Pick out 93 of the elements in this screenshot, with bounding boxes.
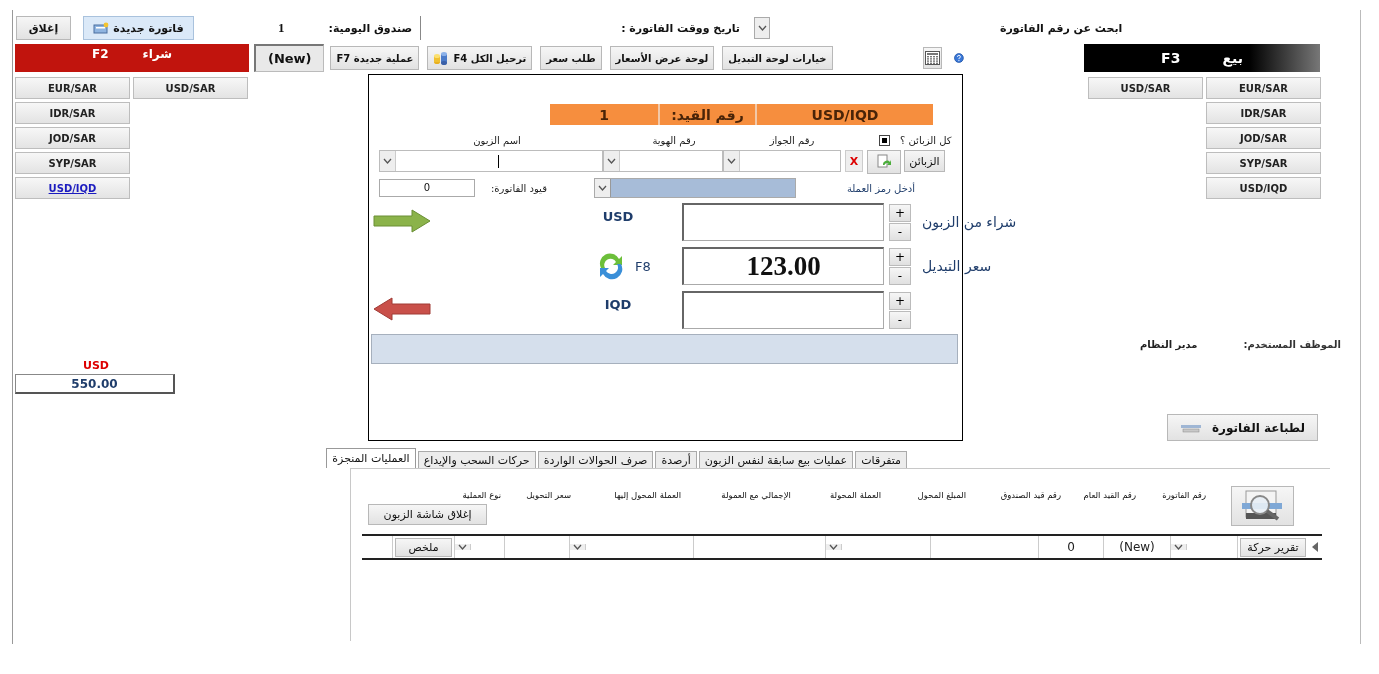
- currency-pair-button[interactable]: IDR/SAR: [15, 102, 130, 124]
- arrow-right-icon: [372, 207, 432, 234]
- refresh-icon: [876, 154, 892, 170]
- customer-name-field[interactable]: [379, 150, 603, 172]
- print-invoice-button[interactable]: لطباعة الفاتورة: [1167, 414, 1318, 441]
- entry-label: رقم القيد:: [660, 104, 757, 125]
- amount-field[interactable]: [682, 203, 884, 241]
- column-header: العملة المحولة: [830, 490, 881, 500]
- field-label: اسم الزبون: [473, 134, 521, 146]
- field-label: رقم الهوية: [652, 134, 696, 146]
- new-invoice-button[interactable]: فاتورة جديدة: [83, 16, 194, 40]
- close-customer-button[interactable]: إغلاق شاشة الزبون: [368, 504, 487, 525]
- passport-field[interactable]: [723, 150, 841, 172]
- increment-button[interactable]: +: [889, 203, 911, 222]
- column-header: العملة المحول إليها: [614, 490, 681, 500]
- close-button[interactable]: إغلاق: [16, 16, 71, 40]
- amount-field[interactable]: [682, 291, 884, 329]
- row-button[interactable]: ملخص: [395, 537, 452, 557]
- column-header: سعر التحويل: [526, 490, 571, 500]
- currency-pair-label: USD/IQD: [757, 104, 933, 125]
- amount-field[interactable]: 123.00: [682, 247, 884, 285]
- currency-pair-button[interactable]: SYP/SAR: [1206, 152, 1321, 174]
- currency-pair-button[interactable]: USD/IQD: [1206, 177, 1321, 199]
- increment-button[interactable]: +: [889, 247, 911, 266]
- table-cell: 0: [1067, 540, 1075, 554]
- currency-pair-button[interactable]: EUR/SAR: [15, 77, 130, 99]
- shortcut-label: F3: [1161, 50, 1181, 66]
- action-button[interactable]: لوحة عرض الأسعار: [609, 46, 715, 70]
- tab[interactable]: صرف الحوالات الواردة: [537, 451, 654, 468]
- currency-label: IQD: [603, 297, 633, 312]
- daily-box-value: 1: [278, 20, 285, 36]
- search-invoice-label: ابحث عن رقم الفاتورة: [1000, 21, 1123, 35]
- decrement-button[interactable]: -: [889, 310, 911, 329]
- daily-box-label: صندوق اليومية:: [328, 21, 413, 35]
- column-header: الإجمالي مع العمولة: [721, 490, 791, 500]
- currency-pair-button[interactable]: EUR/SAR: [1206, 77, 1321, 99]
- decrement-button[interactable]: -: [889, 266, 911, 285]
- tab[interactable]: أرصدة: [655, 451, 697, 468]
- clear-button[interactable]: X: [845, 150, 863, 172]
- table-cell: (New): [1119, 540, 1155, 554]
- column-header: رقم الفاتورة: [1162, 490, 1206, 500]
- field-label: رقم الجواز: [769, 134, 815, 146]
- currency-pair-button[interactable]: JOD/SAR: [15, 127, 130, 149]
- shortcut-label: F2: [91, 47, 109, 61]
- currency-pair-button[interactable]: USD/SAR: [133, 77, 248, 99]
- checkbox[interactable]: [879, 134, 890, 146]
- arrow-left-icon: [372, 295, 432, 322]
- tab[interactable]: العمليات المنجزة: [326, 448, 416, 468]
- user-name: مدير النظام: [1140, 339, 1198, 350]
- increment-button[interactable]: +: [889, 291, 911, 310]
- action-button[interactable]: عملية جديدة F7: [330, 46, 420, 70]
- currency-pair-button[interactable]: JOD/SAR: [1206, 127, 1321, 149]
- calculator-icon: [924, 51, 940, 65]
- help-icon[interactable]: [954, 51, 964, 65]
- entry-number: 1: [550, 104, 660, 125]
- currency-code-label: أدخل رمز العملة: [846, 182, 916, 194]
- balance-field: 550.00: [15, 374, 175, 394]
- invoice-entries-label: قيود الفاتورة:: [491, 182, 547, 194]
- action-button[interactable]: خيارات لوحة التبديل: [722, 46, 833, 70]
- currency-pair-button[interactable]: SYP/SAR: [15, 152, 130, 174]
- customers-button[interactable]: الزبائن: [904, 150, 945, 172]
- coins-icon: [433, 50, 450, 66]
- all-customers-label: كل الزبائن ؟: [900, 134, 952, 146]
- currency-label: USD: [602, 209, 634, 224]
- column-header: رقم القيد العام: [1083, 490, 1136, 500]
- tab[interactable]: متفرقات: [855, 451, 907, 468]
- buy-title: شراء: [142, 47, 173, 61]
- currency-code-field[interactable]: [593, 178, 796, 198]
- currency-pair-button[interactable]: USD/SAR: [1088, 77, 1203, 99]
- tab[interactable]: حركات السحب والإيداع: [417, 451, 536, 468]
- invoice-entries-field[interactable]: 0: [379, 179, 475, 197]
- action-button[interactable]: طلب سعر: [540, 46, 602, 70]
- user-label: الموظف المستخدم:: [1243, 339, 1341, 350]
- decrement-button[interactable]: -: [889, 222, 911, 241]
- tab[interactable]: عمليات بيع سابقة لنفس الزبون: [698, 451, 854, 468]
- invoice-datetime-label: تاريخ ووقت الفاتورة :: [621, 21, 740, 35]
- column-header: رقم قيد الصندوق: [1000, 490, 1061, 500]
- id-number-field[interactable]: [603, 150, 723, 172]
- currency-pair-button[interactable]: USD/IQD: [15, 177, 130, 199]
- row-button[interactable]: تقرير حركة: [1240, 537, 1306, 557]
- action-button[interactable]: ترحيل الكل F4: [427, 46, 533, 70]
- amount-label: شراء من الزبون: [922, 214, 1017, 230]
- currency-pair-button[interactable]: IDR/SAR: [1206, 102, 1321, 124]
- sell-title: بيع: [1222, 50, 1243, 66]
- document-icon: [93, 22, 110, 34]
- balance-currency: USD: [82, 359, 110, 372]
- record-status: (New): [254, 44, 325, 72]
- amount-label: سعر التبديل: [922, 258, 992, 274]
- column-header: المبلغ المحول: [917, 490, 966, 500]
- shortcut-label: F8: [635, 258, 651, 274]
- column-header: نوع العملية: [462, 490, 501, 500]
- calculator-button[interactable]: [922, 47, 943, 69]
- report-preview-button[interactable]: [1231, 486, 1294, 526]
